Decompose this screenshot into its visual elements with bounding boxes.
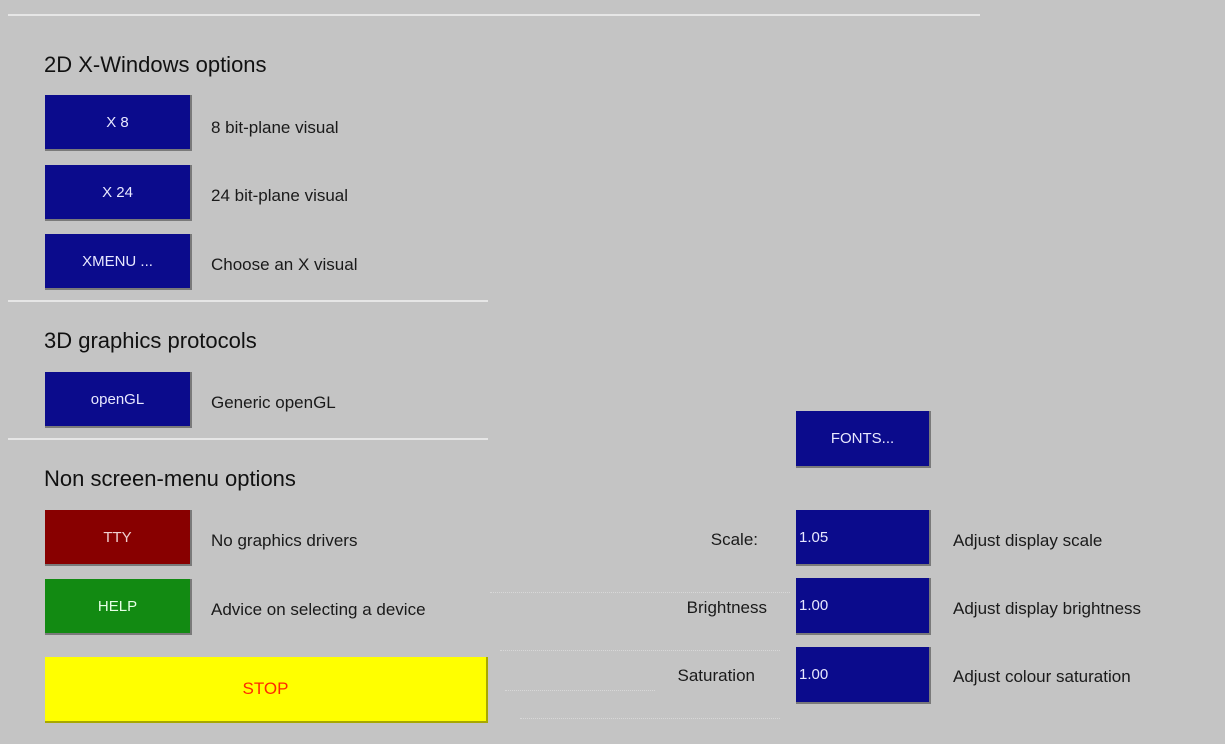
stop-button[interactable]: STOP	[45, 657, 488, 723]
dotted-line	[500, 650, 780, 651]
dotted-line	[490, 592, 790, 593]
fonts-button[interactable]: FONTS...	[796, 411, 931, 468]
dotted-line	[505, 690, 655, 691]
section-title-3d-graphics: 3D graphics protocols	[44, 328, 257, 353]
scale-label: Scale:	[710, 530, 758, 549]
section-title-nonscreen: Non screen-menu options	[44, 466, 296, 491]
saturation-input[interactable]	[799, 666, 929, 683]
xmenu-description: Choose an X visual	[211, 255, 358, 274]
opengl-button[interactable]: openGL	[45, 372, 192, 428]
brightness-input[interactable]	[799, 597, 929, 614]
top-divider	[8, 14, 980, 16]
x8-description: 8 bit-plane visual	[211, 118, 339, 137]
dotted-line	[520, 718, 780, 719]
x24-button[interactable]: X 24	[45, 165, 192, 221]
saturation-field[interactable]	[796, 647, 931, 704]
brightness-description: Adjust display brightness	[953, 599, 1142, 618]
x24-description: 24 bit-plane visual	[211, 186, 349, 205]
saturation-label: Saturation	[677, 666, 756, 685]
brightness-label: Brightness	[686, 598, 767, 617]
tty-description: No graphics drivers	[211, 531, 358, 550]
help-description: Advice on selecting a device	[211, 600, 426, 619]
xmenu-button[interactable]: XMENU ...	[45, 234, 192, 290]
saturation-description: Adjust colour saturation	[953, 667, 1131, 686]
x8-button[interactable]: X 8	[45, 95, 192, 151]
section-divider-1	[8, 300, 488, 302]
opengl-description: Generic openGL	[211, 393, 336, 412]
scale-description: Adjust display scale	[953, 531, 1103, 550]
tty-button[interactable]: TTY	[45, 510, 192, 566]
scale-field[interactable]	[796, 510, 931, 566]
section-divider-2	[8, 438, 488, 440]
brightness-field[interactable]	[796, 578, 931, 635]
section-title-xwindows: 2D X-Windows options	[44, 52, 267, 77]
scale-input[interactable]	[799, 528, 929, 546]
help-button[interactable]: HELP	[45, 579, 192, 635]
